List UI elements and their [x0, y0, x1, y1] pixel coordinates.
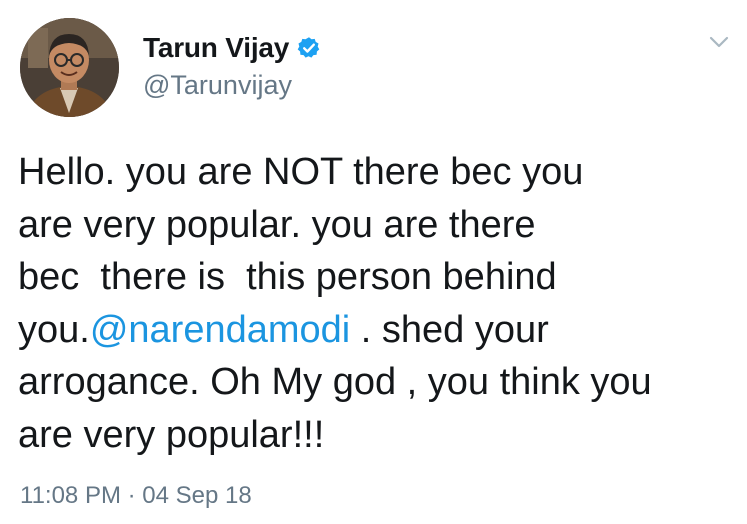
tweet-line-text: Hello. you are NOT there bec you [18, 151, 584, 193]
author-row[interactable]: Tarun Vijay [143, 28, 321, 68]
tweet-line: bec there is this person behind [18, 251, 740, 304]
tweet-line: Hello. you are NOT there bec you [18, 146, 740, 199]
display-name[interactable]: Tarun Vijay [143, 32, 289, 64]
avatar[interactable] [20, 18, 119, 117]
tweet-line-text: are very popular!!! [18, 413, 325, 456]
tweet-text: Hello. you are NOT there bec you are ver… [18, 146, 740, 461]
tweet-line: you.@narendamodi . shed your [18, 304, 740, 357]
tweet-line: are very popular. you are there [18, 199, 740, 252]
verified-badge-icon [297, 36, 321, 60]
tweet-line-text: are very popular. you are there [18, 203, 536, 246]
tweet-line: are very popular!!! [18, 409, 740, 462]
tweet-line: arrogance. Oh My god , you think you [18, 356, 740, 409]
tweet-line-text: arrogance. Oh My god , you think you [18, 361, 652, 403]
tweet-line-text: you. [18, 308, 90, 351]
tweet-line-text: bec there is this person behind [18, 256, 557, 298]
avatar-image [20, 18, 119, 117]
tweet-timestamp[interactable]: 11:08 PM · 04 Sep 18 [20, 482, 252, 510]
chevron-down-icon[interactable] [708, 34, 730, 50]
tweet-card: Tarun Vijay @Tarunvijay Hello. you are N… [0, 0, 747, 524]
mention-link[interactable]: @narendamodi [90, 309, 350, 351]
user-handle[interactable]: @Tarunvijay [143, 70, 292, 101]
tweet-line-text: . shed your [350, 308, 549, 351]
